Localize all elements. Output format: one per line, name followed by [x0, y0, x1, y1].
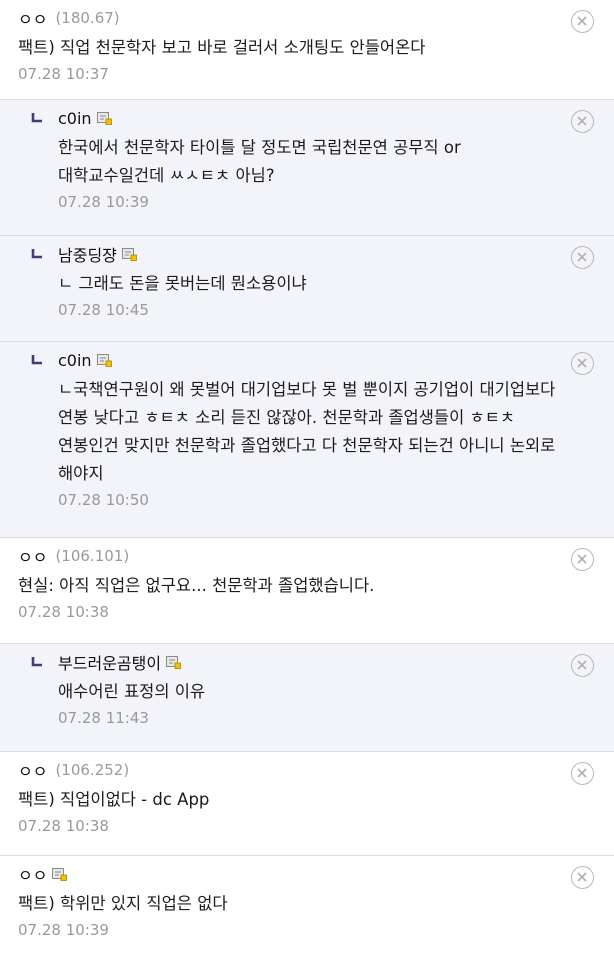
reply-arrow-icon: [31, 249, 42, 259]
reply-item: c0in ㄴ국책연구원이 왜 못벌어 대기업보다 못 벌 뿐이지 공기업이 대기…: [0, 342, 614, 538]
author-ip: (106.252): [55, 761, 130, 779]
reply-arrow-icon: [31, 657, 42, 667]
comment-text: ㄴ 그래도 돈을 못버는데 뭔소용이냐: [58, 274, 307, 293]
comment-date: 07.28 10:37: [18, 65, 109, 83]
gallog-icon[interactable]: [96, 111, 112, 125]
author-nickname[interactable]: ㅇㅇ: [18, 862, 47, 886]
delete-icon[interactable]: [571, 762, 594, 785]
comment-text: 팩트) 직업 천문학자 보고 바로 걸러서 소개팅도 안들어온다: [18, 38, 426, 57]
comment-author: ㅇㅇ: [18, 862, 564, 886]
author-ip: (180.67): [55, 9, 120, 27]
comment-item: ㅇㅇ (106.101) 현실: 아직 직업은 없구요... 천문학과 졸업했습…: [0, 538, 614, 644]
delete-icon[interactable]: [571, 352, 594, 375]
comment-text: 팩트) 학위만 있지 직업은 없다: [18, 894, 228, 913]
reply-item: c0in 한국에서 천문학자 타이틀 달 정도면 국립천문연 공무직 or 대학…: [0, 100, 614, 236]
comment-text: ㄴ국책연구원이 왜 못벌어 대기업보다 못 벌 뿐이지 공기업이 대기업보다 연…: [58, 380, 556, 483]
author-nickname[interactable]: c0in: [58, 351, 92, 370]
comment-author: ㅇㅇ (180.67): [18, 6, 564, 30]
reply-arrow-icon: [31, 113, 42, 123]
comment-author: c0in: [58, 348, 564, 372]
comment-author: 남중딩쟝: [58, 242, 564, 266]
delete-icon[interactable]: [571, 654, 594, 677]
author-ip: (106.101): [55, 547, 130, 565]
delete-icon[interactable]: [571, 246, 594, 269]
comment-text: 팩트) 직업이없다 - dc App: [18, 790, 210, 809]
comment-date: 07.28 10:39: [58, 193, 149, 211]
comment-date: 07.28 11:43: [58, 709, 149, 727]
comment-item: ㅇㅇ (180.67) 팩트) 직업 천문학자 보고 바로 걸러서 소개팅도 안…: [0, 0, 614, 100]
comment-author: 부드러운곰탱이: [58, 650, 564, 674]
comment-date: 07.28 10:45: [58, 301, 149, 319]
comment-author: c0in: [58, 106, 564, 130]
gallog-icon[interactable]: [166, 655, 181, 669]
delete-icon[interactable]: [571, 866, 594, 889]
comment-text: 현실: 아직 직업은 없구요... 천문학과 졸업했습니다.: [18, 576, 375, 595]
delete-icon[interactable]: [571, 110, 594, 133]
comment-author: ㅇㅇ (106.101): [18, 544, 564, 568]
delete-icon[interactable]: [571, 548, 594, 571]
comment-date: 07.28 10:38: [18, 817, 109, 835]
gallog-icon[interactable]: [121, 247, 137, 261]
author-nickname[interactable]: c0in: [58, 109, 92, 128]
comment-date: 07.28 10:50: [58, 491, 149, 509]
comment-date: 07.28 10:39: [18, 921, 109, 939]
gallog-icon[interactable]: [96, 353, 112, 367]
comment-author: ㅇㅇ (106.252): [18, 758, 564, 782]
reply-item: 부드러운곰탱이 애수어린 표정의 이유 07.28 11:43: [0, 644, 614, 752]
comment-item: ㅇㅇ (106.252) 팩트) 직업이없다 - dc App 07.28 10…: [0, 752, 614, 856]
comment-date: 07.28 10:38: [18, 603, 109, 621]
author-nickname[interactable]: 부드러운곰탱이: [58, 650, 161, 674]
author-nickname[interactable]: ㅇㅇ: [18, 6, 47, 30]
delete-icon[interactable]: [571, 10, 594, 33]
author-nickname[interactable]: ㅇㅇ: [18, 758, 47, 782]
comment-item: ㅇㅇ 팩트) 학위만 있지 직업은 없다 07.28 10:39: [0, 856, 614, 960]
comment-text: 애수어린 표정의 이유: [58, 682, 206, 701]
comment-list: ㅇㅇ (180.67) 팩트) 직업 천문학자 보고 바로 걸러서 소개팅도 안…: [0, 0, 614, 960]
author-nickname[interactable]: 남중딩쟝: [58, 242, 117, 266]
reply-item: 남중딩쟝 ㄴ 그래도 돈을 못버는데 뭔소용이냐 07.28 10:45: [0, 236, 614, 342]
reply-arrow-icon: [31, 355, 42, 365]
comment-text: 한국에서 천문학자 타이틀 달 정도면 국립천문연 공무직 or 대학교수일건데…: [58, 138, 461, 185]
gallog-icon[interactable]: [52, 867, 68, 881]
author-nickname[interactable]: ㅇㅇ: [18, 544, 47, 568]
